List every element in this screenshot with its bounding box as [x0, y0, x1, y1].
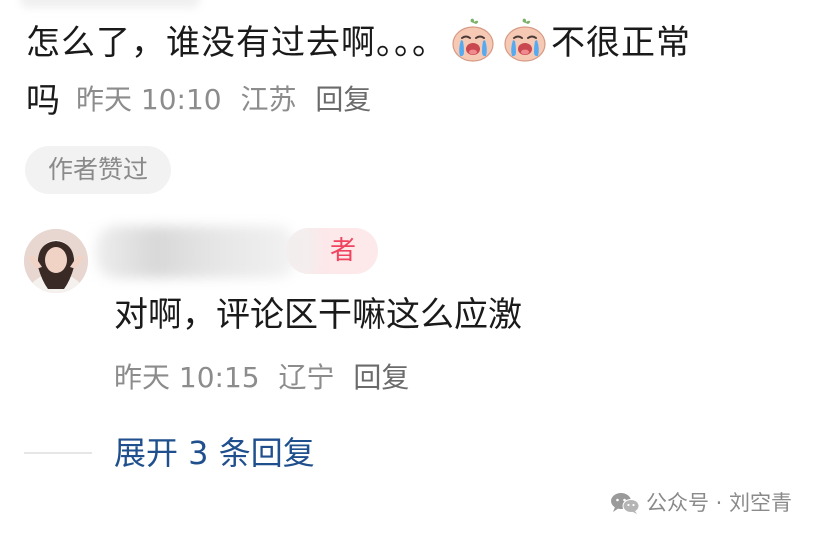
watermark: 公众号 · 刘空青: [610, 488, 792, 518]
avatar-image: [24, 229, 88, 293]
comment-text-wrap: 吗: [26, 81, 61, 121]
watermark-text: 公众号 · 刘空青: [645, 491, 792, 515]
reply-time: 昨天 10:15: [114, 361, 260, 394]
reply-location: 辽宁: [278, 361, 335, 394]
reply-reply-button[interactable]: 回复: [353, 361, 409, 394]
reply-body: 对啊，评论区干嘛这么应激: [114, 295, 522, 335]
avatar[interactable]: [24, 229, 88, 293]
blurred-username[interactable]: [96, 226, 296, 278]
thread-divider: [24, 452, 92, 454]
previous-content-fade: [20, 0, 200, 8]
wechat-icon: [610, 493, 640, 514]
comment-text-after-emoji: 不很正常: [551, 23, 691, 63]
comment-time: 昨天 10:10: [76, 83, 222, 116]
author-liked-badge: 作者赞过: [25, 146, 171, 194]
reply-meta: 昨天 10:15 辽宁 回复: [114, 358, 419, 398]
comment-reply-button[interactable]: 回复: [315, 83, 371, 116]
comment-text-main: 怎么了，谁没有过去啊。。。: [26, 23, 447, 63]
author-badge: 者: [286, 228, 378, 274]
crying-face-emoji-icon: [504, 18, 546, 62]
crying-face-emoji-icon: [452, 18, 494, 62]
comment-location: 江苏: [240, 83, 297, 116]
comment-meta: 昨天 10:10 江苏 回复: [76, 80, 381, 120]
expand-replies-button[interactable]: 展开 3 条回复: [114, 430, 315, 476]
author-badge-label: 者: [329, 236, 356, 266]
